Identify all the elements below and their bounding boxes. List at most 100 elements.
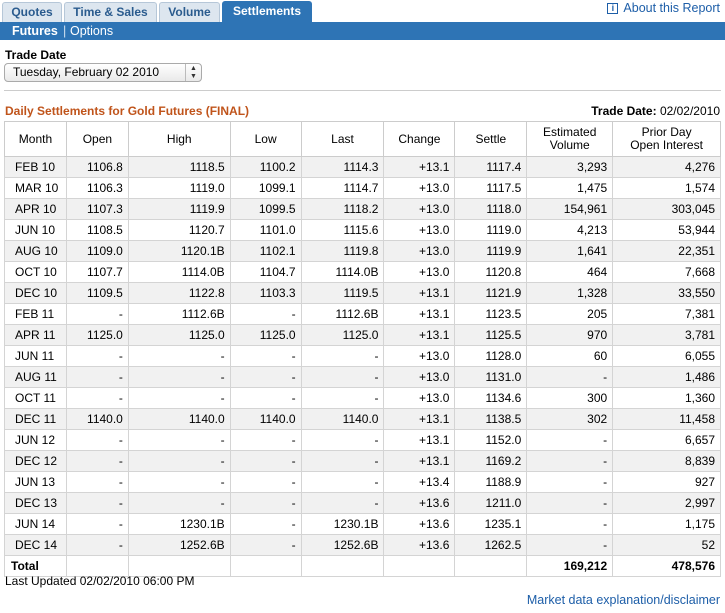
column-header: Low — [229, 121, 302, 157]
table-row: DEC 12- - - - +13.1 1169.2-8,839 — [4, 450, 721, 472]
table-cell — [454, 555, 528, 577]
tab-quotes[interactable]: Quotes — [2, 2, 62, 22]
column-header: Change — [383, 121, 456, 157]
sub-navigation: Futures | Options — [0, 22, 725, 40]
table-row: AUG 10 1109.0 1120.1B 1102.1 1119.8 +13.0 1119… — [4, 240, 721, 262]
table-cell: 1230.1B — [300, 513, 385, 535]
table-cell: - — [127, 450, 231, 472]
trade-date-select[interactable]: Tuesday, February 02 2010 ▲ ▼ — [4, 63, 202, 82]
table-cell: 6,055 — [612, 345, 721, 367]
table-cell: 6,657 — [612, 429, 721, 451]
table-cell: 154,961 — [526, 198, 614, 220]
table-cell: 1120.7 — [127, 219, 231, 241]
table-cell: - — [65, 303, 129, 325]
table-cell: - — [229, 492, 302, 514]
total-volume: 169,212 — [526, 555, 614, 577]
subnav-futures[interactable]: Futures — [12, 22, 58, 40]
table-cell: 1112.6B — [127, 303, 231, 325]
month-cell: DEC 11 — [4, 408, 67, 430]
table-cell: - — [127, 345, 231, 367]
table-cell: 1114.0B — [300, 261, 385, 283]
info-icon: i — [607, 2, 619, 14]
table-cell: 1107.3 — [65, 198, 129, 220]
table-cell: 1,641 — [526, 240, 614, 262]
month-cell: APR 11 — [4, 324, 67, 346]
table-cell: 1120.8 — [454, 261, 528, 283]
disclaimer-link[interactable]: Market data explanation/disclaimer — [527, 593, 720, 607]
table-cell: 1114.7 — [300, 177, 385, 199]
table-cell: 1211.0 — [454, 492, 528, 514]
trade-date-display-value: 02/02/2010 — [659, 104, 720, 118]
column-header: Month — [4, 121, 67, 157]
table-cell: 1121.9 — [454, 282, 528, 304]
table-cell: +13.0 — [383, 240, 456, 262]
table-cell: 52 — [612, 534, 721, 556]
trade-date-display: Trade Date: 02/02/2010 — [591, 104, 720, 118]
table-cell: 1106.3 — [65, 177, 129, 199]
table-cell: - — [526, 366, 614, 388]
table-cell: +13.6 — [383, 492, 456, 514]
table-row: JUN 13- - - - +13.4 1188.9-927 — [4, 471, 721, 493]
table-cell: +13.6 — [383, 534, 456, 556]
table-cell: - — [65, 471, 129, 493]
table-cell: 1119.9 — [127, 198, 231, 220]
table-cell: - — [127, 429, 231, 451]
table-cell: - — [526, 534, 614, 556]
table-row: FEB 10 1106.8 1118.5 1100.2 1114.3 +13.1 1117.… — [4, 156, 721, 178]
table-cell: 1109.5 — [65, 282, 129, 304]
table-cell: 3,293 — [526, 156, 614, 178]
table-cell: - — [229, 345, 302, 367]
table-cell: +13.1 — [383, 324, 456, 346]
table-cell: +13.0 — [383, 177, 456, 199]
table-cell: 1235.1 — [454, 513, 528, 535]
table-cell: - — [65, 429, 129, 451]
table-cell: 464 — [526, 261, 614, 283]
table-cell: - — [65, 492, 129, 514]
table-cell: - — [65, 366, 129, 388]
table-cell: - — [526, 513, 614, 535]
table-cell: - — [229, 513, 302, 535]
table-cell: 7,381 — [612, 303, 721, 325]
table-cell: 53,944 — [612, 219, 721, 241]
subnav-separator: | — [63, 24, 67, 38]
table-cell: 1107.7 — [65, 261, 129, 283]
table-cell: 1104.7 — [229, 261, 302, 283]
table-cell: 1188.9 — [454, 471, 528, 493]
table-cell: +13.0 — [383, 261, 456, 283]
month-cell: AUG 10 — [4, 240, 67, 262]
tab-settlements[interactable]: Settlements — [222, 1, 312, 22]
table-cell: - — [65, 345, 129, 367]
table-cell: +13.0 — [383, 387, 456, 409]
table-cell: 1112.6B — [300, 303, 385, 325]
table-cell: 1152.0 — [454, 429, 528, 451]
month-cell: JUN 13 — [4, 471, 67, 493]
month-cell: JUN 10 — [4, 219, 67, 241]
table-cell: 3,781 — [612, 324, 721, 346]
report-tabs: Quotes Time & Sales Volume Settlements i… — [0, 0, 725, 22]
table-cell: 1117.5 — [454, 177, 528, 199]
table-row: APR 10 1107.3 1119.9 1099.5 1118.2 +13.0 1118.… — [4, 198, 721, 220]
table-cell: +13.6 — [383, 513, 456, 535]
month-cell: JUN 11 — [4, 345, 67, 367]
about-report-link[interactable]: i About this Report — [607, 1, 720, 15]
table-cell: 4,276 — [612, 156, 721, 178]
month-cell: DEC 14 — [4, 534, 67, 556]
table-cell: - — [65, 450, 129, 472]
subnav-options[interactable]: Options — [70, 22, 113, 40]
table-row: OCT 10 1107.7 1114.0B 1104.7 1114.0B +13.0 112… — [4, 261, 721, 283]
table-cell: - — [229, 534, 302, 556]
month-cell: JUN 12 — [4, 429, 67, 451]
table-cell: - — [229, 471, 302, 493]
table-cell: 1118.2 — [300, 198, 385, 220]
table-cell: 1115.6 — [300, 219, 385, 241]
table-cell: 1140.0 — [229, 408, 302, 430]
table-cell: +13.0 — [383, 345, 456, 367]
table-cell: 970 — [526, 324, 614, 346]
table-cell: 1101.0 — [229, 219, 302, 241]
last-updated: Last Updated 02/02/2010 06:00 PM — [5, 574, 195, 588]
table-cell: +13.0 — [383, 366, 456, 388]
table-cell — [300, 555, 385, 577]
tab-time-and-sales[interactable]: Time & Sales — [64, 2, 157, 22]
table-cell: - — [526, 492, 614, 514]
tab-volume[interactable]: Volume — [159, 2, 220, 22]
